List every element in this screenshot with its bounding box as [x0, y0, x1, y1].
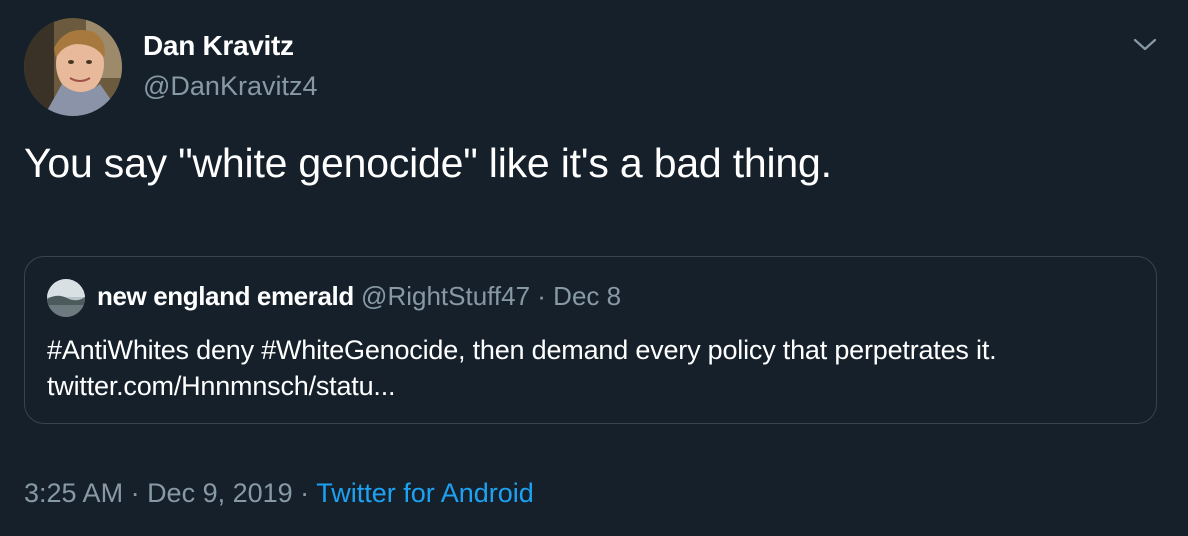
tweet-date[interactable]: Dec 9, 2019 — [147, 478, 293, 508]
quoted-tweet-date: Dec 8 — [553, 281, 622, 311]
meta-separator: · — [123, 478, 148, 508]
tweet-source-link[interactable]: Twitter for Android — [316, 478, 534, 508]
tweet-menu-button[interactable] — [1128, 32, 1162, 58]
quoted-tweet-text-line1: #AntiWhites deny #WhiteGenocide, then de… — [47, 335, 997, 365]
avatar-image — [47, 279, 85, 317]
quoted-author-avatar[interactable] — [47, 279, 85, 317]
author-avatar[interactable] — [24, 18, 122, 116]
author-handle[interactable]: @DanKravitz4 — [143, 71, 317, 102]
quoted-tweet-text-line2: twitter.com/Hnnmnsch/statu... — [47, 371, 396, 401]
author-display-name[interactable]: Dan Kravitz — [143, 30, 294, 62]
tweet-text: You say "white genocide" like it's a bad… — [24, 140, 832, 186]
tweet-meta: 3:25 AM · Dec 9, 2019 · Twitter for Andr… — [24, 478, 534, 509]
chevron-down-icon — [1133, 38, 1157, 51]
tweet-time[interactable]: 3:25 AM — [24, 478, 123, 508]
quoted-author-name: new england emerald — [97, 281, 354, 311]
quoted-tweet-card[interactable]: new england emerald @RightStuff47 · Dec … — [24, 256, 1157, 424]
meta-separator: · — [292, 478, 317, 508]
quoted-tweet-header: new england emerald @RightStuff47 · Dec … — [97, 281, 621, 312]
quoted-author-handle: @RightStuff47 — [361, 281, 531, 311]
header-separator: · — [530, 281, 554, 311]
avatar-image — [24, 18, 122, 116]
